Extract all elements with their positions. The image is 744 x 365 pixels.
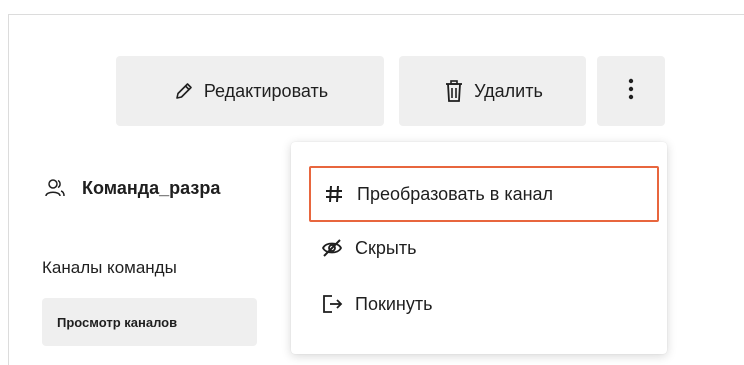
exit-icon [319,291,345,317]
edit-button-label: Редактировать [203,80,329,101]
users-icon [44,176,68,200]
more-vertical-icon [628,78,634,105]
menu-item-label: Скрыть [355,237,417,258]
menu-item-leave[interactable]: Покинуть [309,276,639,332]
hash-icon [321,181,347,207]
context-menu: Преобразовать в канал Скрыть Покинуть [291,142,667,354]
team-header: Команда_разра [44,171,294,205]
menu-item-hide[interactable]: Скрыть [309,220,639,276]
delete-button-label: Удалить [474,80,543,101]
eye-off-icon [319,235,345,261]
delete-button[interactable]: Удалить [399,56,586,126]
view-channels-button[interactable]: Просмотр каналов [42,298,257,346]
team-channels-label: Каналы команды [42,258,177,277]
trash-icon [442,79,466,103]
edit-button[interactable]: Редактировать [116,56,384,126]
team-name: Команда_разра [82,177,221,198]
pencil-icon [172,79,196,103]
menu-item-convert-to-channel[interactable]: Преобразовать в канал [309,166,659,222]
menu-item-label: Покинуть [355,293,433,314]
more-options-button[interactable] [597,56,665,126]
menu-item-label: Преобразовать в канал [357,183,554,204]
